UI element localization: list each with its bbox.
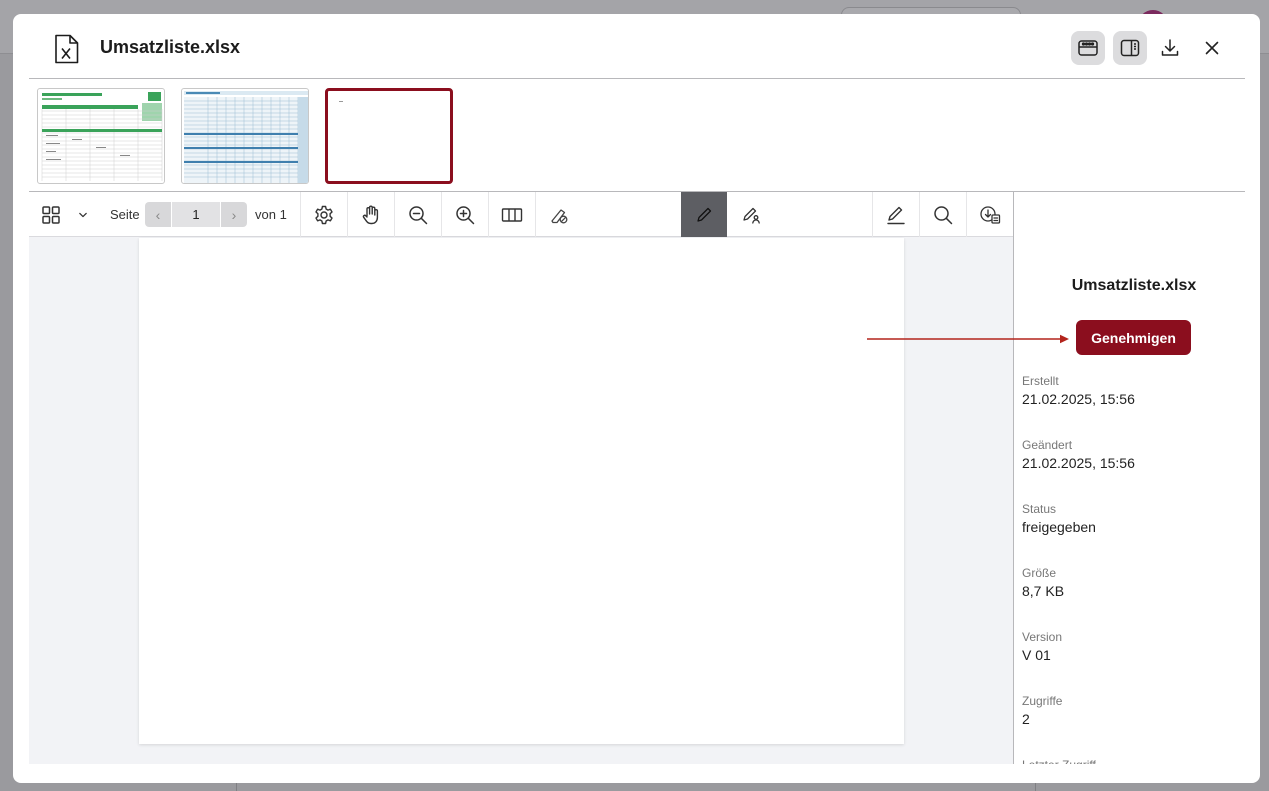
meta-label: Version [1022,630,1063,644]
chevron-right-icon: › [231,206,237,223]
page-number-input[interactable]: 1 [172,202,220,227]
thumbnail-sheet-2[interactable] [181,88,309,184]
meta-label: Letzter Zugriff [1022,758,1096,764]
meta-value: freigegeben [1022,519,1096,535]
excel-file-icon [53,34,79,64]
spreadsheet-preview-1 [41,92,163,181]
annotate-button[interactable] [873,192,919,237]
download-icon [1161,39,1179,56]
eraser-icon [551,208,568,223]
meta-created: Erstellt 21.02.2025, 15:56 [1022,374,1135,407]
meta-status: Status freigegeben [1022,502,1096,535]
thumbnail-strip-toggle-button[interactable] [1071,31,1105,65]
pan-tool-button[interactable] [348,192,394,237]
meta-label: Status [1022,502,1057,516]
meta-size: Größe 8,7 KB [1022,566,1064,599]
meta-value: V 01 [1022,647,1051,663]
close-icon [1205,41,1219,55]
download-attachments-icon [980,205,1001,224]
page-layout-button[interactable] [489,192,535,237]
page-label: Seite [110,207,140,222]
meta-label: Zugriffe [1022,694,1063,708]
pen-icon [697,207,712,222]
zoom-out-button[interactable] [395,192,441,237]
meta-label: Geändert [1022,438,1073,452]
hand-icon [362,205,379,224]
thumbnail-strip [29,79,1245,191]
meta-value: 2 [1022,711,1030,727]
grid-icon [42,205,60,224]
document-preview-dialog: Umsatzliste.xlsx Seite ‹ 1 › von 1 Umsat… [13,14,1260,783]
spreadsheet-preview-2 [184,91,308,183]
meta-modified: Geändert 21.02.2025, 15:56 [1022,438,1135,471]
approve-button[interactable]: Genehmigen [1076,320,1191,355]
draw-tool-button[interactable] [681,192,727,237]
download-attachments-button[interactable] [967,192,1013,237]
document-page [139,238,904,744]
sidebar-toggle-button[interactable] [1113,31,1147,65]
zoom-in-icon [456,205,475,224]
meta-access-count: Zugriffe 2 [1022,694,1062,727]
meta-label: Erstellt [1022,374,1059,388]
signature-icon [743,207,760,224]
view-options-dropdown[interactable] [73,192,93,237]
spreadsheet-preview-3 [339,101,343,102]
viewer-toolbar: Seite ‹ 1 › von 1 [29,192,1013,237]
thumbnail-sheet-1[interactable] [37,88,165,184]
details-sidebar: Umsatzliste.xlsx Genehmigen Erstellt 21.… [1013,192,1245,764]
dialog-title: Umsatzliste.xlsx [100,37,241,57]
search-icon [934,205,953,224]
meta-value: 21.02.2025, 15:56 [1022,391,1135,407]
document-viewer: Seite ‹ 1 › von 1 [29,192,1013,764]
zoom-out-icon [409,205,428,224]
background-content [236,783,1036,791]
thumbnail-view-button[interactable] [37,192,65,237]
sidebar-file-name: Umsatzliste.xlsx [1071,277,1197,294]
meta-value: 8,7 KB [1022,583,1065,599]
annotate-pencil-icon [887,206,905,224]
signature-tool-button[interactable] [728,192,774,237]
settings-button[interactable] [301,192,347,237]
meta-value: 21.02.2025, 15:56 [1022,455,1135,471]
close-button[interactable] [1195,31,1229,65]
two-page-icon [501,207,523,222]
meta-label: Größe [1022,566,1057,580]
gear-icon [315,205,333,224]
download-button[interactable] [1153,31,1187,65]
chevron-down-icon [79,212,87,217]
search-button[interactable] [920,192,966,237]
dialog-header: Umsatzliste.xlsx [13,14,1260,78]
zoom-in-button[interactable] [442,192,488,237]
meta-last-access: Letzter Zugriff [1022,758,1096,764]
thumbnails-icon [1078,40,1098,56]
previous-page-button[interactable]: ‹ [145,202,171,227]
clear-annotations-button[interactable] [536,192,582,237]
next-page-button[interactable]: › [221,202,247,227]
pointer-arrow-icon [867,334,1069,344]
page-count-label: von 1 [255,207,287,222]
thumbnail-sheet-3[interactable] [325,88,453,184]
meta-version: Version V 01 [1022,630,1062,663]
chevron-left-icon: ‹ [155,206,161,223]
sidebar-panel-icon [1120,39,1140,57]
